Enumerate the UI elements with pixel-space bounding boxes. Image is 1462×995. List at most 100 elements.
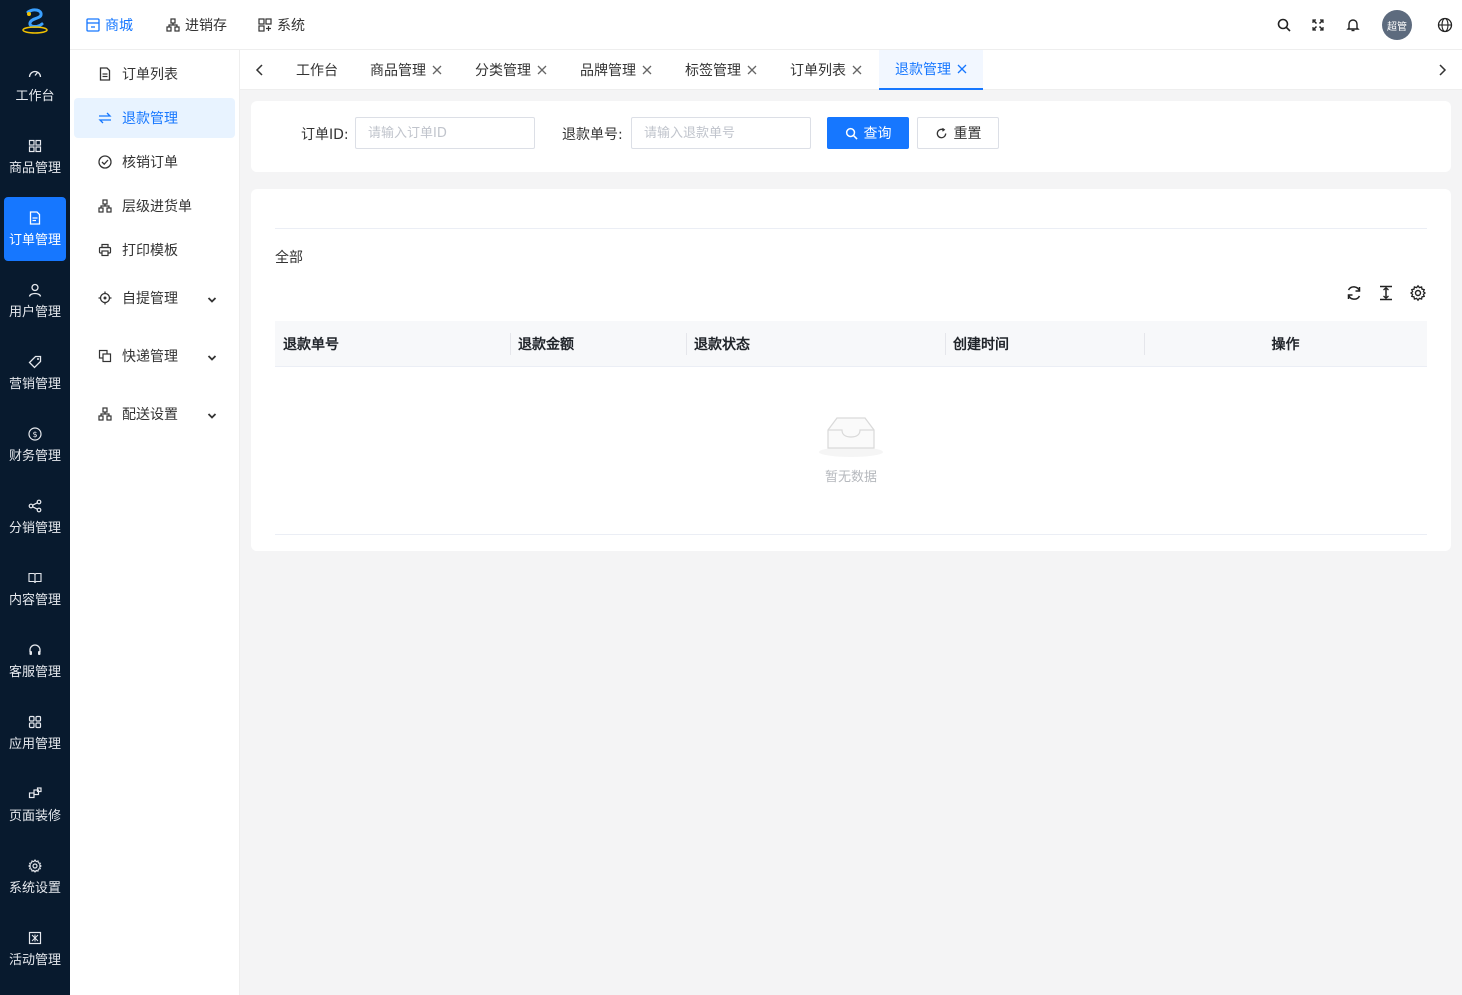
submenu-item-express-management[interactable]: 快递管理: [74, 336, 235, 376]
close-icon[interactable]: [747, 65, 757, 75]
submenu-item-pickup-management[interactable]: 自提管理: [74, 278, 235, 318]
top-nav-system-label: 系统: [277, 18, 305, 34]
tab-workbench[interactable]: 工作台: [280, 50, 354, 90]
rail-item-label: 商品管理: [8, 160, 61, 176]
refund-table-card: 全部 退款单号 退款金额 退款状态 创建时间 操作 暂无数据: [251, 189, 1451, 551]
tab-tags[interactable]: 标签管理: [669, 50, 773, 90]
rail-item-marketing[interactable]: 营销管理: [4, 341, 66, 405]
avatar[interactable]: 超管: [1382, 10, 1412, 40]
apps-icon: [28, 715, 42, 729]
tab-refund-management[interactable]: 退款管理: [879, 50, 983, 90]
rail-item-label: 应用管理: [8, 736, 61, 752]
column-header-created-time[interactable]: 创建时间: [945, 321, 1009, 367]
refund-no-input[interactable]: [631, 117, 811, 149]
search-icon[interactable]: [1274, 15, 1294, 35]
column-height-icon[interactable]: [1377, 284, 1395, 302]
refresh-icon[interactable]: [1345, 284, 1363, 302]
tab-categories[interactable]: 分类管理: [459, 50, 563, 90]
top-bar: 商城 进销存 系统 超管: [70, 0, 1462, 50]
close-icon[interactable]: [537, 65, 547, 75]
rail-item-system-settings[interactable]: 系统设置: [4, 845, 66, 909]
rail-item-label: 内容管理: [8, 592, 61, 608]
query-button[interactable]: 查询: [827, 117, 909, 149]
close-icon[interactable]: [957, 64, 967, 74]
submenu-item-label: 核销订单: [122, 155, 178, 171]
rail-item-finance[interactable]: $ 财务管理: [4, 413, 66, 477]
chevron-left-icon[interactable]: [252, 62, 268, 78]
submenu-item-refund-management[interactable]: 退款管理: [74, 98, 235, 138]
submenu-item-delivery-settings[interactable]: 配送设置: [74, 394, 235, 434]
fullscreen-icon[interactable]: [1308, 15, 1328, 35]
rail-item-label: 客服管理: [8, 664, 61, 680]
rail-item-apps[interactable]: 应用管理: [4, 701, 66, 765]
rail-item-content[interactable]: 内容管理: [4, 557, 66, 621]
check-circle-icon: [98, 155, 112, 169]
chevron-down-icon: [207, 350, 217, 366]
chevron-right-icon[interactable]: [1434, 62, 1450, 78]
rail-item-distribution[interactable]: 分销管理: [4, 485, 66, 549]
rail-item-page-design[interactable]: 页面装修: [4, 773, 66, 837]
top-nav-inventory[interactable]: 进销存: [166, 0, 227, 50]
rail-item-customer-service[interactable]: 客服管理: [4, 629, 66, 693]
rail-item-label: 用户管理: [8, 304, 61, 320]
rail-item-label: 工作台: [15, 88, 55, 104]
hierarchy-icon: [166, 18, 180, 32]
settings-icon: [28, 858, 42, 873]
rail-item-label: 订单管理: [8, 232, 61, 248]
rail-item-orders[interactable]: 订单管理: [4, 197, 66, 261]
bell-icon[interactable]: [1343, 15, 1363, 35]
chevron-down-icon: [207, 408, 217, 424]
close-icon[interactable]: [432, 65, 442, 75]
submenu-item-label: 订单列表: [122, 67, 178, 83]
reset-button-label: 重置: [953, 126, 982, 142]
top-nav-shop-label: 商城: [105, 18, 133, 34]
hierarchy-icon: [98, 199, 112, 213]
top-nav-inventory-label: 进销存: [185, 18, 227, 34]
submenu-item-label: 配送设置: [122, 407, 178, 423]
tab-brands[interactable]: 品牌管理: [564, 50, 668, 90]
printer-icon: [98, 243, 112, 257]
column-header-refund-amount[interactable]: 退款金额: [510, 321, 574, 367]
empty-state-text: 暂无数据: [824, 470, 877, 485]
share-icon: [28, 499, 42, 513]
tab-label: 工作台: [296, 63, 338, 79]
globe-icon[interactable]: [1435, 15, 1455, 35]
tab-label: 退款管理: [895, 62, 951, 78]
rail-item-workbench[interactable]: 工作台: [4, 53, 66, 117]
tab-label: 商品管理: [370, 63, 426, 79]
settings-icon[interactable]: [1409, 284, 1427, 302]
system-icon: [258, 18, 272, 32]
reset-button[interactable]: 重置: [917, 117, 999, 149]
close-icon[interactable]: [852, 65, 862, 75]
submenu-item-print-templates[interactable]: 打印模板: [74, 230, 235, 270]
divider: [275, 228, 1427, 229]
rail-item-products[interactable]: 商品管理: [4, 125, 66, 189]
refund-no-label: 退款单号:: [562, 127, 623, 143]
rail-item-users[interactable]: 用户管理: [4, 269, 66, 333]
submenu-item-label: 快递管理: [122, 349, 178, 365]
tab-products[interactable]: 商品管理: [354, 50, 458, 90]
tab-order-list[interactable]: 订单列表: [774, 50, 878, 90]
search-icon: [845, 127, 858, 140]
column-header-actions: 操作: [1271, 337, 1300, 353]
top-nav-system[interactable]: 系统: [258, 0, 305, 50]
dashboard-icon: [28, 67, 42, 81]
column-header-refund-no[interactable]: 退款单号: [275, 321, 339, 367]
tab-label: 订单列表: [790, 63, 846, 79]
rail-item-activities[interactable]: 活动管理: [4, 917, 66, 981]
sub-menu: 订单列表退款管理核销订单层级进货单 打印模板自提管理快递管理配送设置: [70, 50, 240, 995]
submenu-item-label: 自提管理: [122, 291, 178, 307]
book-icon: [28, 571, 42, 585]
order-id-input[interactable]: [355, 117, 535, 149]
tab-label: 分类管理: [475, 63, 531, 79]
logo[interactable]: [0, 0, 70, 50]
exchange-icon: [98, 111, 112, 125]
top-nav-shop[interactable]: 商城: [86, 0, 133, 50]
submenu-item-verify-orders[interactable]: 核销订单: [74, 142, 235, 182]
tab-label: 品牌管理: [580, 63, 636, 79]
submenu-item-tier-purchase[interactable]: 层级进货单: [74, 186, 235, 226]
column-header-refund-status[interactable]: 退款状态: [686, 321, 750, 367]
status-filter-all[interactable]: 全部: [275, 247, 303, 267]
submenu-item-order-list[interactable]: 订单列表: [74, 54, 235, 94]
close-icon[interactable]: [642, 65, 652, 75]
